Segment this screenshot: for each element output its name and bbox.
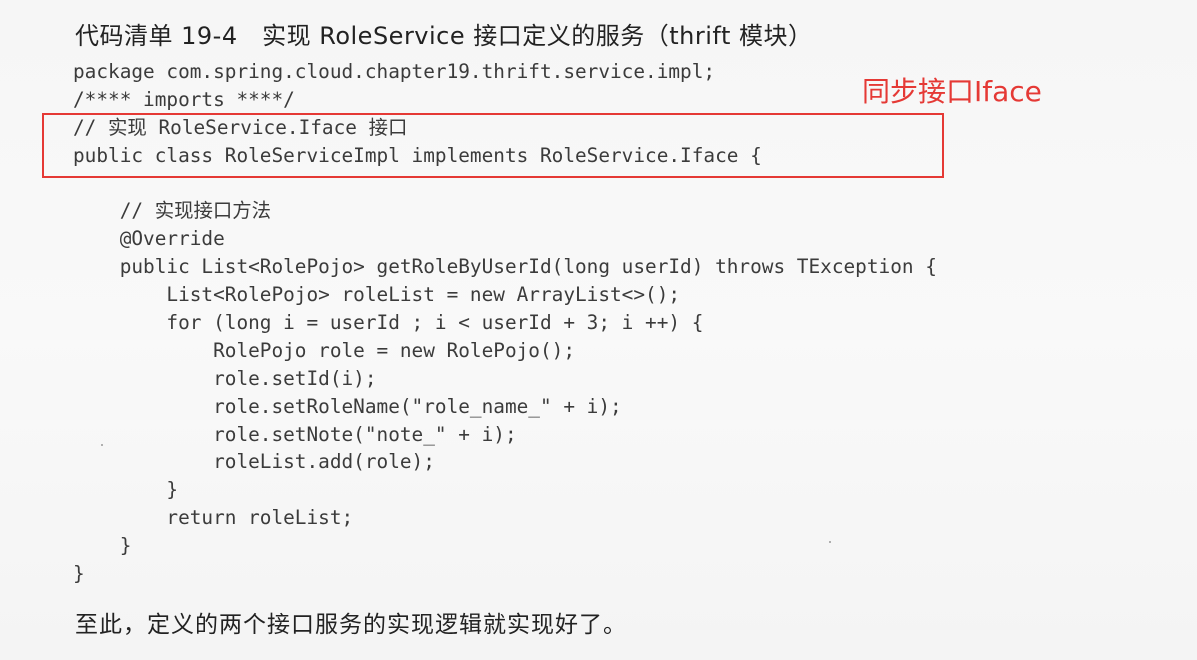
code-line-19: } [73, 562, 85, 586]
code-line-1: package com.spring.cloud.chapter19.thrif… [73, 60, 716, 83]
closing-paragraph: 至此，定义的两个接口服务的实现逻辑就实现好了。 [75, 612, 627, 638]
code-line-14: role.setNote("note_" + i); [73, 422, 517, 446]
document-page: 代码清单 19-4 实现 RoleService 接口定义的服务（thrift … [0, 0, 1197, 660]
scan-speck [829, 541, 831, 543]
code-line-8: public List<RolePojo> getRoleByUserId(lo… [73, 255, 937, 279]
listing-title: 代码清单 19-4 实现 RoleService 接口定义的服务（thrift … [75, 22, 813, 50]
code-line-11: RolePojo role = new RolePojo(); [73, 338, 575, 362]
code-line-18: } [73, 534, 132, 558]
scan-speck [101, 444, 103, 446]
code-line-9: List<RolePojo> roleList = new ArrayList<… [73, 283, 681, 307]
code-line-13: role.setRoleName("role_name_" + i); [73, 394, 622, 418]
code-line-6: // 实现接口方法 [73, 199, 272, 223]
code-line-7: @Override [73, 227, 225, 251]
annotation-label: 同步接口Iface [862, 75, 1042, 108]
code-line-2: /**** imports ****/ [73, 87, 295, 111]
code-line-16: } [73, 478, 179, 502]
highlight-box [42, 113, 944, 178]
code-line-17: return roleList; [73, 506, 354, 530]
code-line-15: roleList.add(role); [73, 450, 435, 474]
code-line-12: role.setId(i); [73, 366, 377, 390]
code-line-10: for (long i = userId ; i < userId + 3; i… [73, 311, 704, 335]
